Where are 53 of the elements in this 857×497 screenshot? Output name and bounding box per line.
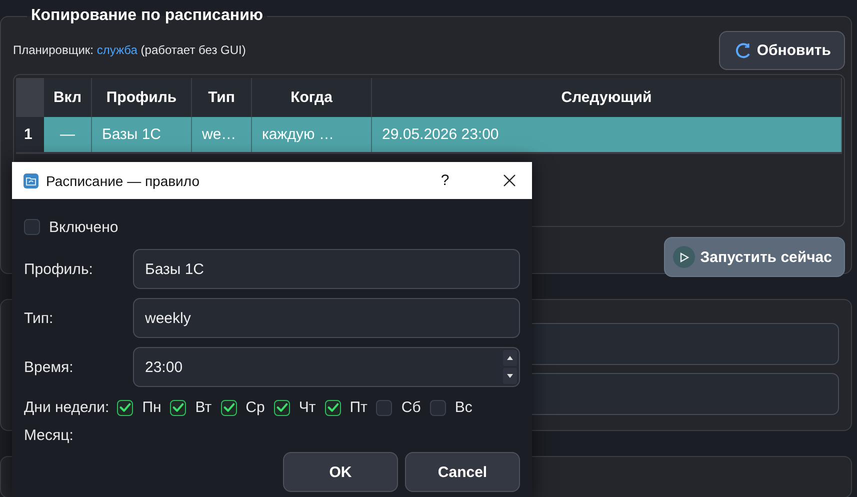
spin-down-button[interactable] xyxy=(503,368,517,384)
up-triangle-icon xyxy=(507,356,513,360)
play-icon xyxy=(673,246,696,268)
column-header[interactable]: Когда xyxy=(252,78,372,117)
table-cell: — xyxy=(44,117,92,152)
field-label: Тип: xyxy=(24,310,54,326)
refresh-icon xyxy=(734,42,752,58)
close-icon xyxy=(502,174,516,187)
input-field[interactable]: Базы 1С xyxy=(133,249,520,289)
input-field[interactable]: 23:00 xyxy=(133,347,520,387)
run-now-button[interactable]: Запустить сейчас xyxy=(664,237,845,277)
checkbox-label: Вт xyxy=(195,399,212,416)
checkbox[interactable] xyxy=(274,400,290,416)
help-button[interactable]: ? xyxy=(430,172,460,189)
checkbox[interactable] xyxy=(170,400,186,416)
table-cell: we… xyxy=(192,117,252,152)
spin-up-button[interactable] xyxy=(503,350,517,366)
field-label: Дни недели: xyxy=(24,399,110,416)
table-row[interactable]: 1 — Базы 1С we… каждую … 29.05.2026 23:00 xyxy=(16,117,842,154)
checkbox[interactable] xyxy=(430,400,446,416)
checkbox-label: Пн xyxy=(142,399,162,416)
field-label: Месяц: xyxy=(24,427,74,444)
service-link[interactable]: служба xyxy=(96,43,138,57)
down-triangle-icon xyxy=(507,374,513,378)
table-cell: 29.05.2026 23:00 xyxy=(372,117,842,152)
column-header[interactable]: Следующий xyxy=(372,78,842,117)
input-field[interactable]: weekly xyxy=(133,298,520,338)
table-cell: Базы 1С xyxy=(92,117,192,152)
checkbox-label: Сб xyxy=(401,399,421,416)
checkbox[interactable] xyxy=(117,400,134,416)
column-header[interactable]: Профиль xyxy=(92,78,192,117)
row-number: 1 xyxy=(16,117,44,152)
column-header[interactable]: Вкл xyxy=(44,78,92,117)
refresh-button[interactable]: Обновить xyxy=(718,30,845,70)
checkbox[interactable] xyxy=(376,400,392,416)
scheduler-status: Планировщик: служба (работает без GUI) xyxy=(13,43,246,57)
table-cell: каждую … xyxy=(252,117,372,152)
field-label: Время: xyxy=(24,358,74,376)
dialog-button[interactable]: Cancel xyxy=(405,452,520,492)
dialog-button[interactable]: OK xyxy=(283,452,398,492)
checkbox[interactable] xyxy=(324,400,341,416)
field-label: Профиль: xyxy=(24,260,94,278)
column-header[interactable]: Тип xyxy=(192,78,252,117)
checkbox-label: Пт xyxy=(350,399,368,416)
checkbox[interactable] xyxy=(24,219,40,235)
checkbox[interactable] xyxy=(220,400,237,416)
group-title: Копирование по расписанию xyxy=(30,6,264,26)
checkbox-label: Ср xyxy=(246,399,265,416)
dialog-title: Расписание — правило xyxy=(46,172,200,188)
app-icon xyxy=(23,172,39,188)
checkbox-label: Вс xyxy=(454,399,472,416)
checkbox-label: Чт xyxy=(298,399,316,416)
checkbox-label: Включено xyxy=(49,218,118,236)
